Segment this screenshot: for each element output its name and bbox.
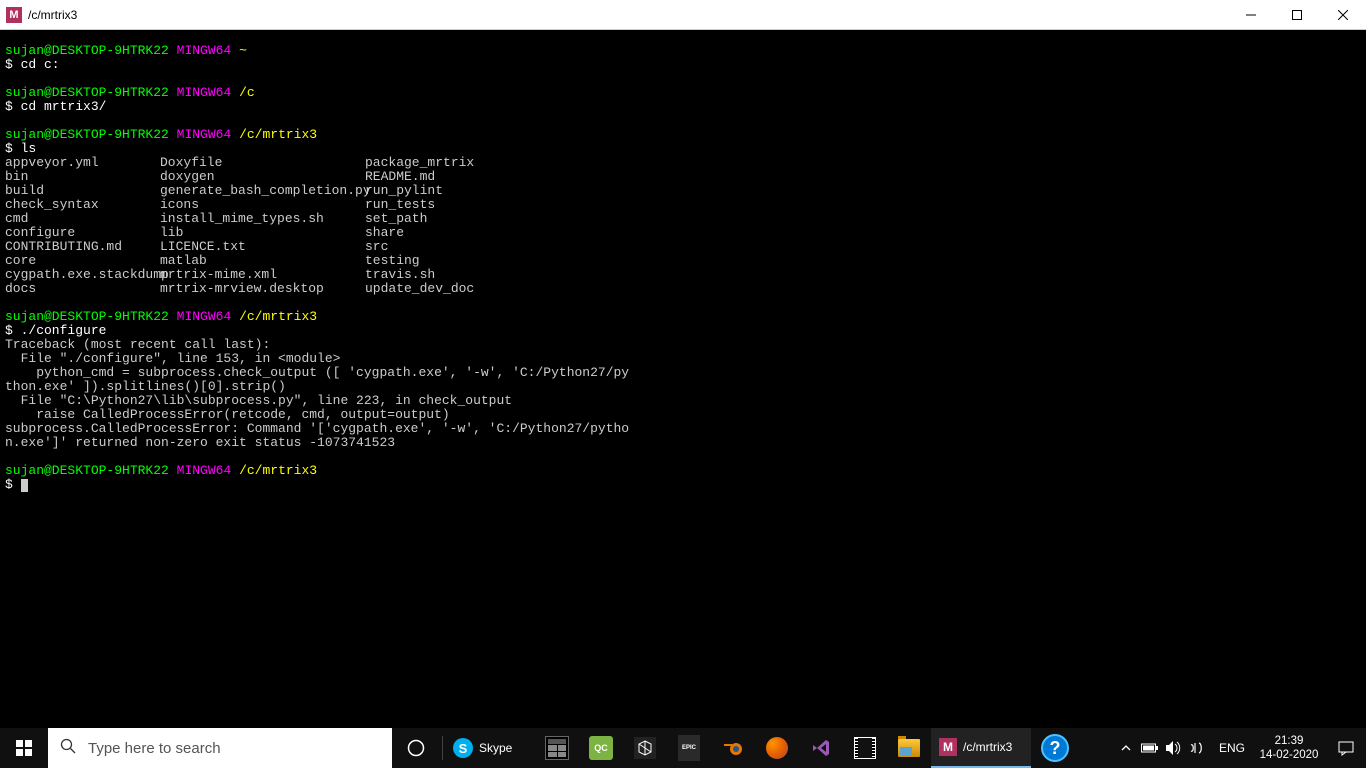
mintty-icon: M xyxy=(939,738,957,756)
unity-icon xyxy=(634,737,656,759)
firefox-icon xyxy=(766,737,788,759)
taskbar: Type here to search S Skype QC EPIC xyxy=(0,728,1366,768)
window-titlebar: M /c/mrtrix3 xyxy=(0,0,1366,30)
clapper-icon xyxy=(854,737,876,759)
tray-time: 21:39 xyxy=(1252,734,1326,748)
taskbar-item-blender[interactable] xyxy=(711,728,755,768)
calculator-icon xyxy=(545,736,569,760)
visualstudio-icon xyxy=(810,737,832,759)
taskbar-item-epic[interactable]: EPIC xyxy=(667,728,711,768)
taskbar-item-help[interactable]: ? xyxy=(1031,728,1079,768)
taskbar-item-skype[interactable]: S Skype xyxy=(445,728,535,768)
cortana-icon xyxy=(407,739,425,757)
notification-icon xyxy=(1338,740,1354,756)
tray-notifications[interactable] xyxy=(1326,740,1366,756)
help-icon: ? xyxy=(1041,734,1069,762)
cortana-button[interactable] xyxy=(392,728,440,768)
taskbar-divider xyxy=(442,736,443,760)
tray-clock[interactable]: 21:39 14-02-2020 xyxy=(1252,734,1326,762)
blender-icon xyxy=(722,737,744,759)
taskbar-item-visualstudio[interactable] xyxy=(799,728,843,768)
tray-chevron-icon[interactable] xyxy=(1114,728,1138,768)
terminal-output[interactable]: sujan@DESKTOP-9HTRK22 MINGW64 ~$ cd c: s… xyxy=(0,30,1366,728)
mintty-label: /c/mrtrix3 xyxy=(963,740,1012,754)
search-placeholder: Type here to search xyxy=(88,740,221,757)
tray-date: 14-02-2020 xyxy=(1252,748,1326,762)
skype-icon: S xyxy=(453,738,473,758)
windows-icon xyxy=(16,740,32,756)
maximize-button[interactable] xyxy=(1274,0,1320,30)
taskbar-item-videoeditor[interactable] xyxy=(843,728,887,768)
qc-icon: QC xyxy=(589,736,613,760)
skype-label: Skype xyxy=(479,741,512,755)
taskbar-item-calculator[interactable] xyxy=(535,728,579,768)
tray-volume-icon[interactable] xyxy=(1162,728,1186,768)
taskbar-item-firefox[interactable] xyxy=(755,728,799,768)
minimize-button[interactable] xyxy=(1228,0,1274,30)
taskbar-item-qc[interactable]: QC xyxy=(579,728,623,768)
explorer-icon xyxy=(898,739,920,757)
epic-icon: EPIC xyxy=(678,735,700,761)
close-button[interactable] xyxy=(1320,0,1366,30)
taskbar-item-unity[interactable] xyxy=(623,728,667,768)
tray-wifi-icon[interactable] xyxy=(1186,728,1212,768)
search-icon xyxy=(60,738,76,759)
search-box[interactable]: Type here to search xyxy=(48,728,392,768)
system-tray: ENG 21:39 14-02-2020 xyxy=(1114,728,1366,768)
app-icon: M xyxy=(6,7,22,23)
window-controls xyxy=(1228,0,1366,30)
taskbar-item-mintty[interactable]: M /c/mrtrix3 xyxy=(931,728,1031,768)
tray-battery-icon[interactable] xyxy=(1138,728,1162,768)
taskbar-item-explorer[interactable] xyxy=(887,728,931,768)
tray-language[interactable]: ENG xyxy=(1212,741,1252,755)
start-button[interactable] xyxy=(0,728,48,768)
window-title: /c/mrtrix3 xyxy=(28,8,77,22)
